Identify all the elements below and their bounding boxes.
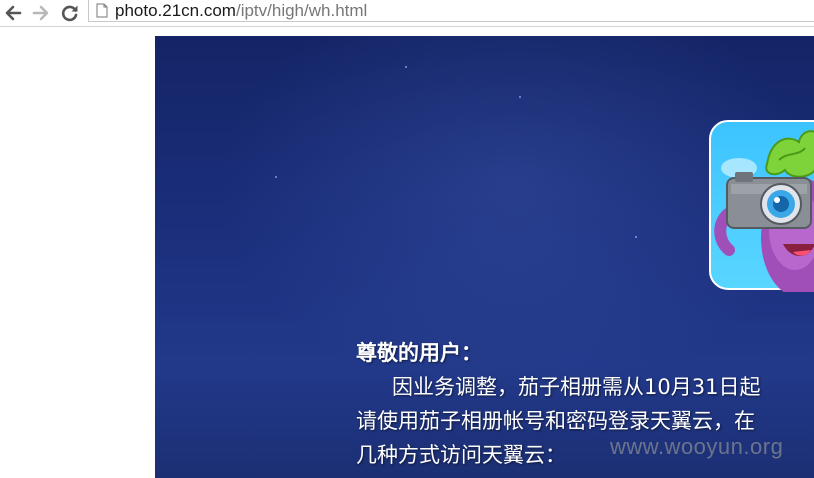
forward-arrow-icon bbox=[31, 3, 51, 23]
reload-icon bbox=[60, 3, 80, 23]
forward-button[interactable] bbox=[31, 3, 51, 23]
url-path: /iptv/high/wh.html bbox=[235, 1, 368, 20]
notice-line-2: 请使用茄子相册帐号和密码登录天翼云，在 bbox=[356, 409, 755, 433]
star-decoration bbox=[275, 176, 277, 178]
star-decoration bbox=[635, 236, 637, 238]
page-icon bbox=[96, 3, 108, 22]
notice-line-1: 因业务调整，茄子相册需从10月31日起 bbox=[392, 375, 761, 399]
browser-toolbar: photo.21cn.com/iptv/high/wh.html bbox=[0, 0, 814, 27]
url-host: photo.21cn.com bbox=[115, 1, 236, 20]
app-logo-icon bbox=[709, 120, 814, 298]
url-text: photo.21cn.com/iptv/high/wh.html bbox=[115, 0, 367, 22]
star-decoration bbox=[519, 96, 521, 98]
watermark-text: www.wooyun.org bbox=[610, 434, 784, 459]
address-bar[interactable]: photo.21cn.com/iptv/high/wh.html bbox=[88, 0, 814, 22]
reload-button[interactable] bbox=[60, 3, 80, 23]
back-arrow-icon bbox=[3, 3, 23, 23]
notice-greeting: 尊敬的用户： bbox=[356, 341, 482, 365]
back-button[interactable] bbox=[3, 3, 23, 23]
star-decoration bbox=[405, 66, 407, 68]
notice-banner: 尊敬的用户： 因业务调整，茄子相册需从10月31日起 请使用茄子相册帐号和密码登… bbox=[155, 36, 814, 478]
